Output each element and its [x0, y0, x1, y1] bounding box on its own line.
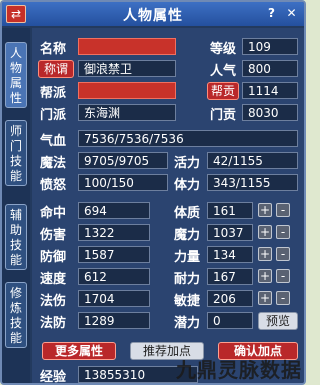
strength-plus-button[interactable]: +: [258, 247, 272, 261]
endurance-plus-button[interactable]: +: [258, 269, 272, 283]
hit-label: 命中: [40, 206, 67, 221]
speed-value: 612: [78, 268, 150, 285]
tab-sect-skills[interactable]: 师门技能: [5, 120, 27, 186]
level-label: 等级: [210, 42, 237, 57]
more-attributes-button[interactable]: 更多属性: [42, 342, 116, 360]
strength-minus-button[interactable]: -: [276, 247, 290, 261]
rage-label: 愤怒: [40, 178, 67, 193]
exp-label: 经验: [40, 370, 67, 385]
mp-value: 9705/9705: [78, 152, 168, 169]
speed-label: 速度: [40, 272, 67, 287]
attributes-content: 名称 等级 109 称谓 御浪禁卫 人气 800 帮派 帮贡 1114 门派 东…: [32, 28, 304, 385]
constitution-minus-button[interactable]: -: [276, 203, 290, 217]
magic-damage-label: 法伤: [40, 294, 67, 309]
side-tab-bar: 人物属性 师门技能 辅助技能 修炼技能: [2, 28, 30, 383]
contribution-button[interactable]: 帮贡: [207, 82, 239, 100]
name-label: 名称: [40, 42, 67, 57]
strength-value: 134: [207, 246, 253, 263]
faction-label: 帮派: [40, 86, 67, 101]
sect-label: 门派: [40, 108, 67, 123]
potential-value: 0: [207, 312, 253, 329]
endurance-minus-button[interactable]: -: [276, 269, 290, 283]
magic-defense-value: 1289: [78, 312, 150, 329]
vitality-value: 42/1155: [207, 152, 298, 169]
sect-value: 东海渊: [78, 104, 176, 121]
constitution-value: 161: [207, 202, 253, 219]
magic-damage-value: 1704: [78, 290, 150, 307]
title-button[interactable]: 称谓: [38, 60, 74, 78]
tab-character-attributes[interactable]: 人物属性: [5, 42, 27, 108]
vitality-label: 活力: [174, 156, 201, 171]
endurance-label: 耐力: [174, 272, 201, 287]
title-value: 御浪禁卫: [78, 60, 176, 77]
tab-assist-skills[interactable]: 辅助技能: [5, 204, 27, 270]
damage-label: 伤害: [40, 228, 67, 243]
agility-minus-button[interactable]: -: [276, 291, 290, 305]
level-value: 109: [242, 38, 298, 55]
magic-power-plus-button[interactable]: +: [258, 225, 272, 239]
stamina-label: 体力: [174, 178, 201, 193]
constitution-label: 体质: [174, 206, 201, 221]
sect-contribution-label: 门贡: [210, 108, 237, 123]
name-value: [78, 38, 176, 55]
agility-value: 206: [207, 290, 253, 307]
constitution-plus-button[interactable]: +: [258, 203, 272, 217]
defense-value: 1587: [78, 246, 150, 263]
magic-power-value: 1037: [207, 224, 253, 241]
hp-value: 7536/7536/7536: [78, 130, 298, 147]
popularity-value: 800: [242, 60, 298, 77]
magic-defense-label: 法防: [40, 316, 67, 331]
potential-label: 潜力: [174, 316, 201, 331]
sect-contribution-value: 8030: [242, 104, 298, 121]
window-title: 人物属性: [123, 8, 183, 24]
stamina-value: 343/1155: [207, 174, 298, 191]
faction-value: [78, 82, 176, 99]
popularity-label: 人气: [210, 64, 237, 79]
help-icon[interactable]: ?: [264, 6, 279, 21]
agility-label: 敏捷: [174, 294, 201, 309]
watermark: 九鼎灵脉数据: [176, 358, 302, 382]
defense-label: 防御: [40, 250, 67, 265]
damage-value: 1322: [78, 224, 150, 241]
magic-power-minus-button[interactable]: -: [276, 225, 290, 239]
mp-label: 魔法: [40, 156, 67, 171]
tab-cultivation-skills[interactable]: 修炼技能: [5, 282, 27, 348]
hp-label: 气血: [40, 134, 67, 149]
agility-plus-button[interactable]: +: [258, 291, 272, 305]
rage-value: 100/150: [78, 174, 168, 191]
contribution-value: 1114: [242, 82, 298, 99]
strength-label: 力量: [174, 250, 201, 265]
preview-button[interactable]: 预览: [258, 312, 298, 330]
close-icon[interactable]: ✕: [284, 6, 299, 21]
endurance-value: 167: [207, 268, 253, 285]
magic-power-label: 魔力: [174, 228, 201, 243]
character-attributes-window: ⇄ 人物属性 ? ✕ 人物属性 师门技能 辅助技能 修炼技能 名称 等级 109…: [0, 0, 306, 385]
title-bar: ⇄ 人物属性 ? ✕: [2, 2, 304, 26]
hit-value: 694: [78, 202, 150, 219]
